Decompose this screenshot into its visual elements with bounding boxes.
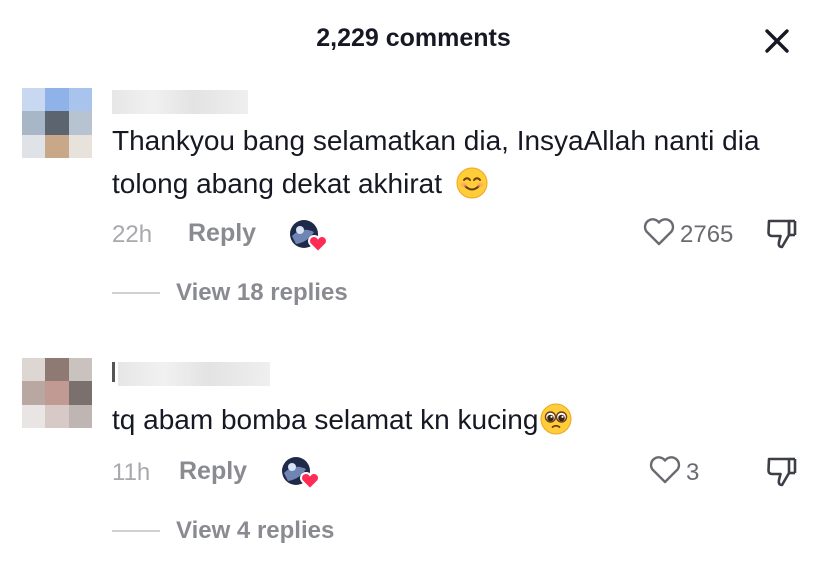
thumbs-down-icon[interactable] — [765, 217, 799, 251]
avatar[interactable] — [22, 358, 92, 428]
comment-time: 11h — [112, 459, 151, 486]
username-initial — [112, 362, 115, 382]
heart-outline-icon — [648, 455, 682, 490]
reply-button[interactable]: Reply — [179, 457, 247, 486]
smiling-face-emoji-icon — [456, 167, 488, 199]
view-replies-button[interactable]: View 18 replies — [112, 279, 348, 307]
close-icon[interactable] — [762, 26, 792, 56]
pleading-face-emoji-icon — [540, 403, 572, 435]
avatar[interactable] — [22, 88, 92, 158]
like-button[interactable]: 3 — [648, 455, 699, 490]
comment-text: Thankyou bang selamatkan dia, InsyaAllah… — [112, 125, 760, 199]
comment-text: tq abam bomba selamat kn kucing — [112, 398, 802, 441]
reply-button[interactable]: Reply — [188, 219, 256, 248]
creator-liked-icon — [280, 455, 322, 491]
view-replies-button[interactable]: View 4 replies — [112, 517, 334, 545]
comment-time: 22h — [112, 221, 153, 248]
like-count: 3 — [686, 458, 700, 486]
username[interactable] — [112, 90, 248, 114]
divider — [112, 530, 160, 532]
divider — [112, 292, 160, 294]
like-count: 2765 — [680, 220, 734, 248]
like-button[interactable]: 2765 — [642, 217, 733, 252]
comments-count-title: 2,229 comments — [316, 24, 511, 52]
heart-outline-icon — [642, 217, 676, 252]
creator-liked-icon — [288, 218, 330, 254]
username[interactable] — [118, 362, 270, 386]
thumbs-down-icon[interactable] — [765, 455, 799, 489]
